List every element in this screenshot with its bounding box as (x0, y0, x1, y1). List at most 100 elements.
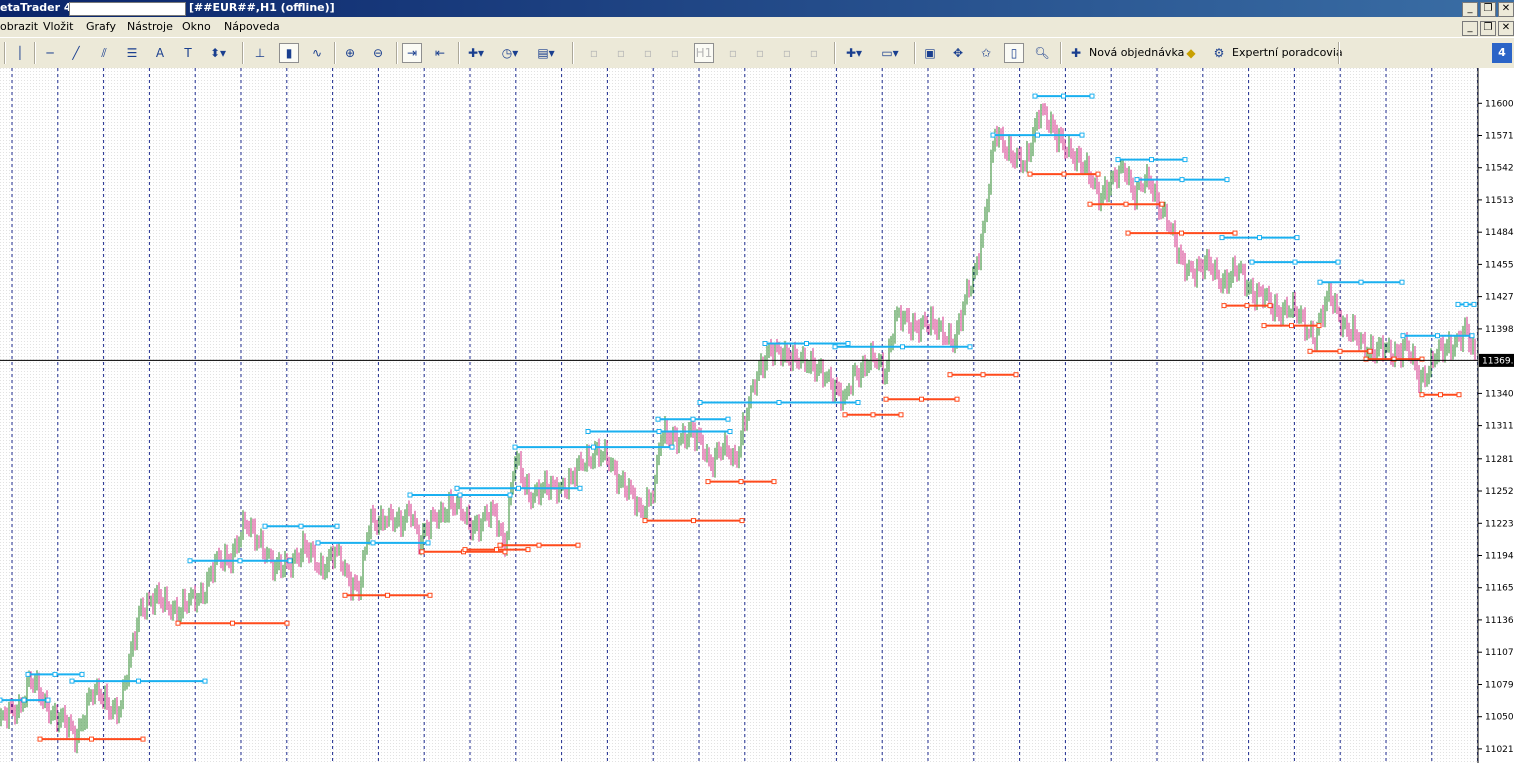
arrows-dropdown-icon[interactable]: ⬍▾ (208, 43, 228, 63)
support-line-handle (883, 396, 889, 402)
resistance-line-handle (1435, 333, 1440, 339)
navigator-icon[interactable]: ✩ (976, 43, 996, 63)
zoom-in-icon[interactable]: ⊕ (340, 43, 360, 63)
toolbar-separator (1060, 42, 1062, 64)
price-chart[interactable]: 11600.5 11571.6 11542.7 11513.8 11484.8 11455… (0, 68, 1514, 763)
resistance-line-handle (262, 523, 268, 529)
autoscroll-icon[interactable]: ⇥ (402, 43, 422, 63)
label-icon[interactable]: T (178, 43, 198, 63)
expert-advisors-button[interactable]: Expertní poradcovia (1232, 46, 1343, 59)
periods-dropdown-icon[interactable]: ◷▾ (500, 43, 520, 63)
support-line-handle (738, 479, 744, 485)
support-line-handle (1027, 171, 1033, 177)
terminal-icon[interactable]: ▯ (1004, 43, 1024, 63)
support-line-handle (427, 592, 433, 598)
support-line-handle (642, 518, 648, 524)
timeframe-m5-icon[interactable]: ▫ (611, 43, 631, 63)
minimize-icon[interactable]: _ (1462, 2, 1478, 17)
resistance-line-handle (1400, 333, 1406, 339)
timeframe-h1-button[interactable]: H1 (694, 43, 714, 63)
child-restore-icon[interactable]: ❐ (1480, 21, 1496, 36)
line-chart-icon[interactable]: ∿ (307, 43, 327, 63)
support-line-handle (842, 412, 848, 418)
price-tick-label: 11050.1 (1485, 713, 1514, 723)
resistance-line-handle (136, 678, 141, 684)
chart-shift-icon[interactable]: ⇤ (430, 43, 450, 63)
new-order-icon[interactable]: ✚ (1066, 43, 1086, 63)
new-chart-dropdown-icon[interactable]: ✚▾ (844, 43, 864, 63)
menu-charts[interactable]: Grafy (86, 20, 116, 33)
menu-view[interactable]: obrazit (0, 20, 38, 33)
candlestick-chart-icon[interactable]: ▮ (279, 43, 299, 63)
price-tick-label: 11398.1 (1485, 325, 1514, 335)
support-line-handle (1179, 230, 1184, 236)
indicators-dropdown-icon[interactable]: ✚▾ (466, 43, 486, 63)
toolbar-separator (572, 42, 574, 64)
resistance-line-handle (507, 492, 513, 498)
support-line-handle (140, 736, 146, 742)
resistance-line-handle (656, 429, 662, 434)
child-close-icon[interactable]: ✕ (1498, 21, 1514, 36)
resistance-line-handle (1115, 157, 1121, 163)
child-minimize-icon[interactable]: _ (1462, 21, 1478, 36)
fibonacci-icon[interactable]: ☰ (122, 43, 142, 63)
resistance-line-handle (655, 416, 661, 422)
zoom-out-icon[interactable]: ⊖ (368, 43, 388, 63)
menu-help[interactable]: Nápoveda (224, 20, 280, 33)
timeframe-w1-icon[interactable]: ▫ (777, 43, 797, 63)
expert-advisors-icon[interactable]: ⚙ (1209, 43, 1229, 63)
price-tick-label: 11427.0 (1485, 293, 1514, 303)
menu-tools[interactable]: Nástroje (127, 20, 173, 33)
title-bar: etaTrader 4 [##EUR##,H1 (offline)] _ ❐ ✕ (0, 0, 1514, 17)
price-tick-label: 11021.2 (1485, 745, 1514, 755)
price-chart-canvas[interactable]: 11600.5 11571.6 11542.7 11513.8 11484.8 11455… (0, 68, 1514, 763)
close-icon[interactable]: ✕ (1498, 2, 1514, 17)
market-watch-icon[interactable]: ▣ (920, 43, 940, 63)
support-line-handle (771, 479, 777, 485)
resistance-line-handle (1335, 259, 1341, 265)
resistance-line-handle (237, 558, 243, 564)
resistance-line-handle (967, 344, 973, 350)
support-line-handle (1438, 392, 1443, 398)
support-line-handle (342, 592, 348, 598)
vertical-line-icon[interactable]: │ (10, 43, 30, 63)
resistance-line-handle (1317, 279, 1323, 285)
restore-icon[interactable]: ❐ (1480, 2, 1496, 17)
support-line-handle (919, 396, 924, 402)
resistance-line-handle (1182, 157, 1188, 163)
toolbar-separator (334, 42, 336, 64)
toolbar-separator (834, 42, 836, 64)
support-line-handle (284, 620, 290, 626)
profiles-dropdown-icon[interactable]: ▭▾ (880, 43, 900, 63)
resistance-line-handle (832, 344, 838, 350)
trendline-icon[interactable]: ╱ (66, 43, 86, 63)
timeframe-h4-icon[interactable]: ▫ (723, 43, 743, 63)
warning-icon[interactable]: ◆ (1181, 43, 1201, 63)
new-order-button[interactable]: Nová objednávka (1089, 46, 1184, 59)
window-controls: _ ❐ ✕ (1462, 0, 1514, 17)
price-tick-label: 11194.7 (1485, 552, 1514, 562)
resistance-line-handle (1294, 235, 1300, 241)
equidistant-channel-icon[interactable]: ⫽ (94, 43, 114, 63)
data-window-icon[interactable]: ✥ (948, 43, 968, 63)
timeframe-mn-icon[interactable]: ▫ (804, 43, 824, 63)
resistance-line-handle (1292, 259, 1298, 265)
resistance-line-handle (1089, 93, 1095, 99)
bar-chart-icon[interactable]: ⊥ (250, 43, 270, 63)
strategy-tester-icon[interactable]: 🔍︎ (1032, 43, 1052, 63)
text-icon[interactable]: A (150, 43, 170, 63)
notification-badge[interactable]: 4 (1492, 43, 1512, 63)
menu-window[interactable]: Okno (182, 20, 211, 33)
timeframe-d1-icon[interactable]: ▫ (750, 43, 770, 63)
support-line-handle (385, 592, 390, 598)
horizontal-line-icon[interactable]: ─ (40, 43, 60, 63)
timeframe-m1-icon[interactable]: ▫ (584, 43, 604, 63)
templates-dropdown-icon[interactable]: ▤▾ (536, 43, 556, 63)
resistance-line-handle (1079, 132, 1085, 138)
support-line-handle (497, 542, 503, 548)
support-line-handle (1123, 201, 1129, 207)
timeframe-m30-icon[interactable]: ▫ (665, 43, 685, 63)
menu-insert[interactable]: Vložit (43, 20, 73, 33)
timeframe-m15-icon[interactable]: ▫ (638, 43, 658, 63)
account-name-field (69, 2, 186, 16)
